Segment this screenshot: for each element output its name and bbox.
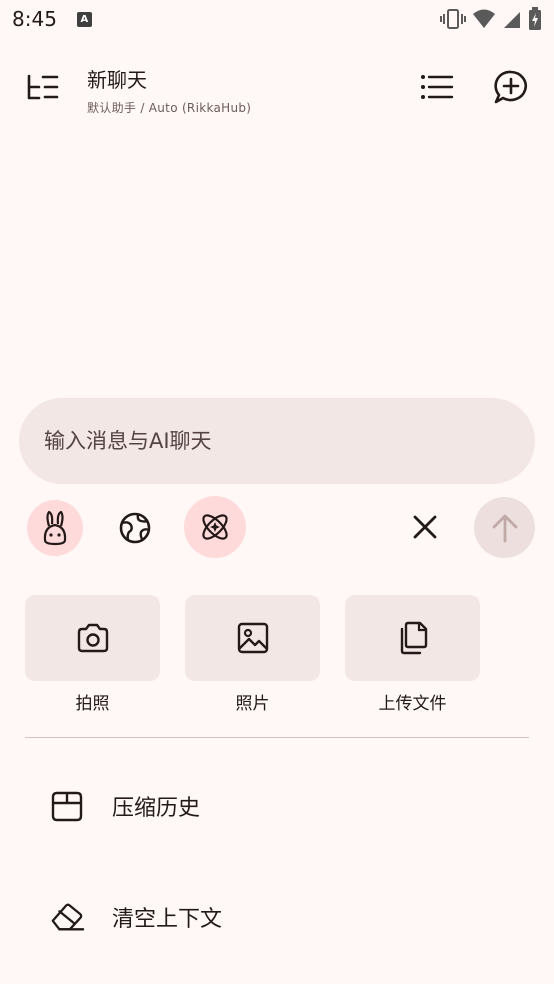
reasoning-button[interactable] bbox=[184, 496, 246, 558]
new-chat-button[interactable] bbox=[488, 64, 534, 110]
photos-card-box[interactable] bbox=[185, 595, 320, 681]
status-bar: 8:45 A bbox=[0, 0, 554, 38]
signal-icon bbox=[504, 12, 520, 28]
web-search-button[interactable] bbox=[107, 500, 163, 556]
camera-card[interactable]: 拍照 bbox=[25, 595, 160, 714]
new-chat-icon bbox=[494, 70, 527, 104]
photos-label: 照片 bbox=[235, 694, 270, 714]
send-arrow-icon bbox=[492, 514, 517, 542]
drawer-button[interactable] bbox=[20, 64, 66, 110]
camera-label: 拍照 bbox=[75, 694, 110, 714]
atom-icon bbox=[202, 514, 228, 540]
close-icon bbox=[413, 515, 437, 539]
drawer-icon bbox=[27, 74, 59, 100]
upload-file-label: 上传文件 bbox=[378, 694, 447, 714]
eraser-icon bbox=[49, 899, 85, 935]
globe-icon bbox=[119, 512, 151, 544]
rabbit-icon bbox=[43, 510, 67, 546]
wifi-icon bbox=[473, 9, 495, 28]
clear-context-label: 清空上下文 bbox=[112, 907, 223, 932]
divider bbox=[25, 737, 529, 738]
status-time: 8:45 bbox=[12, 7, 57, 31]
archive-icon bbox=[49, 788, 85, 824]
upload-file-card[interactable]: 上传文件 bbox=[345, 595, 480, 714]
top-app-bar: 新聊天 默认助手 / Auto (RikkaHub) bbox=[0, 56, 554, 120]
message-input[interactable] bbox=[44, 429, 484, 453]
upload-file-card-box[interactable] bbox=[345, 595, 480, 681]
close-panel-button[interactable] bbox=[398, 500, 452, 554]
photos-card[interactable]: 照片 bbox=[185, 595, 320, 714]
battery-icon bbox=[529, 7, 541, 30]
camera-card-box[interactable] bbox=[25, 595, 160, 681]
clear-context-item[interactable]: 清空上下文 bbox=[0, 882, 554, 952]
chat-list-button[interactable] bbox=[414, 64, 460, 110]
compress-history-item[interactable]: 压缩历史 bbox=[0, 771, 554, 841]
notification-icon: A bbox=[76, 11, 92, 27]
file-copy-icon bbox=[400, 621, 427, 655]
title-block[interactable]: 新聊天 默认助手 / Auto (RikkaHub) bbox=[87, 64, 251, 116]
send-button[interactable] bbox=[474, 497, 535, 558]
compress-history-label: 压缩历史 bbox=[112, 796, 201, 821]
model-select-button[interactable] bbox=[27, 500, 83, 556]
message-input-container bbox=[19, 398, 535, 484]
composer-toolbar bbox=[0, 496, 554, 558]
page-title: 新聊天 bbox=[87, 68, 147, 92]
vibrate-icon bbox=[440, 9, 466, 29]
assistant-model-subtitle: 默认助手 / Auto (RikkaHub) bbox=[87, 101, 252, 115]
status-icons bbox=[440, 7, 542, 31]
image-icon bbox=[237, 622, 268, 654]
list-icon bbox=[421, 75, 454, 99]
camera-icon bbox=[77, 623, 108, 653]
